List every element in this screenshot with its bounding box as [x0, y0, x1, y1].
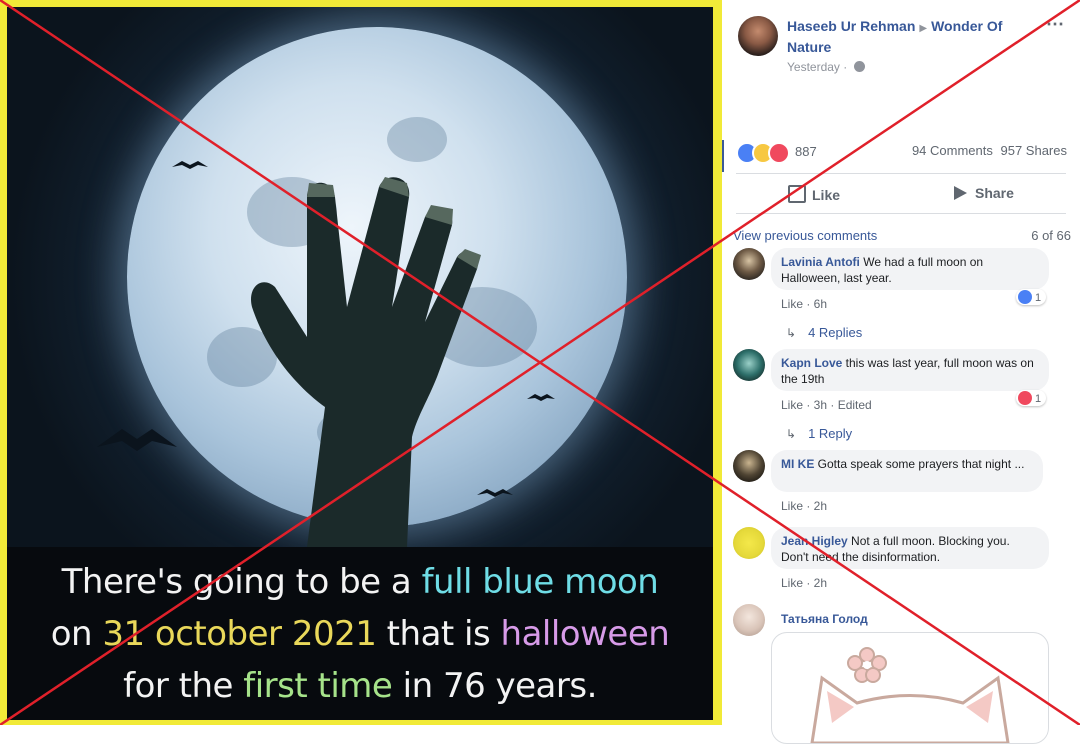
globe-icon: [853, 61, 865, 72]
post-image-frame[interactable]: There's going to be a full blue moon on …: [0, 0, 722, 725]
commenter-name[interactable]: MI KE: [781, 457, 814, 471]
commenter-name[interactable]: Lavinia Antofi: [781, 255, 860, 269]
reactions-count[interactable]: 887: [795, 144, 817, 159]
share-arrow-icon: [954, 186, 967, 200]
commenter-avatar[interactable]: [733, 349, 765, 381]
comment-bubble: Kapn Love this was last year, full moon …: [771, 349, 1049, 391]
love-reaction-icon: [768, 142, 790, 164]
share-button[interactable]: Share: [954, 185, 1014, 201]
commenter-name[interactable]: Kapn Love: [781, 356, 842, 370]
reply-arrow-icon: ↳: [786, 427, 797, 441]
commenter-name[interactable]: Jean Higley: [781, 534, 848, 548]
commenter-name[interactable]: Татьяна Голод: [781, 612, 868, 626]
comment-bubble: Jean Higley Not a full moon. Blocking yo…: [771, 527, 1049, 569]
comment-reaction-badge[interactable]: 1: [1016, 390, 1047, 406]
divider: [736, 173, 1066, 174]
reply-arrow-icon: ↳: [786, 326, 797, 340]
post-header: Haseeb Ur Rehman ▶ Wonder Of Nature: [787, 17, 1027, 57]
commenter-avatar[interactable]: [733, 604, 765, 636]
comment-sticker[interactable]: [771, 632, 1049, 744]
commenter-avatar[interactable]: [733, 450, 765, 482]
comment-bubble: Lavinia Antofi We had a full moon on Hal…: [771, 248, 1049, 290]
comment-meta[interactable]: Like · 2h: [781, 499, 827, 513]
like-button[interactable]: Like: [788, 185, 840, 203]
comment-meta[interactable]: Like · 3h · Edited: [781, 398, 872, 412]
caption-line-2: on 31 october 2021 that is halloween: [50, 614, 670, 654]
reaction-icons[interactable]: [736, 142, 790, 164]
comment-meta[interactable]: Like · 2h: [781, 576, 827, 590]
love-reaction-icon: [1018, 391, 1032, 405]
caption-line-3: for the first time in 76 years.: [123, 666, 597, 706]
cat-sticker-icon: [810, 647, 1010, 743]
view-replies-link[interactable]: ↳ 4 Replies: [786, 325, 862, 340]
commenter-avatar[interactable]: [733, 248, 765, 280]
post-sidebar: Haseeb Ur Rehman ▶ Wonder Of Nature Yester…: [722, 0, 1080, 744]
author-avatar[interactable]: [738, 16, 778, 56]
thumbs-up-icon: [788, 185, 806, 203]
comments-pager: 6 of 66: [1031, 228, 1071, 243]
divider: [736, 213, 1066, 214]
like-reaction-icon: [1018, 290, 1032, 304]
view-previous-comments-link[interactable]: View previous comments: [733, 228, 877, 243]
image-caption: There's going to be a full blue moon on …: [7, 547, 713, 720]
post-timestamp: Yesterday ·: [787, 60, 865, 74]
divider: [722, 140, 724, 172]
view-replies-link[interactable]: ↳ 1 Reply: [786, 426, 852, 441]
engagement-counts: 94 Comments 957 Shares: [912, 143, 1067, 158]
comments-count[interactable]: 94 Comments: [912, 143, 993, 158]
author-name[interactable]: Haseeb Ur Rehman: [787, 18, 915, 34]
comment-text: Gotta speak some prayers that night ...: [814, 457, 1025, 471]
comment-reaction-badge[interactable]: 1: [1016, 289, 1047, 305]
commenter-avatar[interactable]: [733, 527, 765, 559]
caret-right-icon: ▶: [919, 23, 928, 34]
comment-bubble: MI KE Gotta speak some prayers that nigh…: [771, 450, 1043, 492]
more-options-icon[interactable]: ⋯: [1046, 14, 1065, 35]
post-image[interactable]: There's going to be a full blue moon on …: [7, 7, 713, 720]
shares-count[interactable]: 957 Shares: [1001, 143, 1068, 158]
caption-line-1: There's going to be a full blue moon: [61, 562, 659, 602]
comment-meta[interactable]: Like · 6h: [781, 297, 827, 311]
